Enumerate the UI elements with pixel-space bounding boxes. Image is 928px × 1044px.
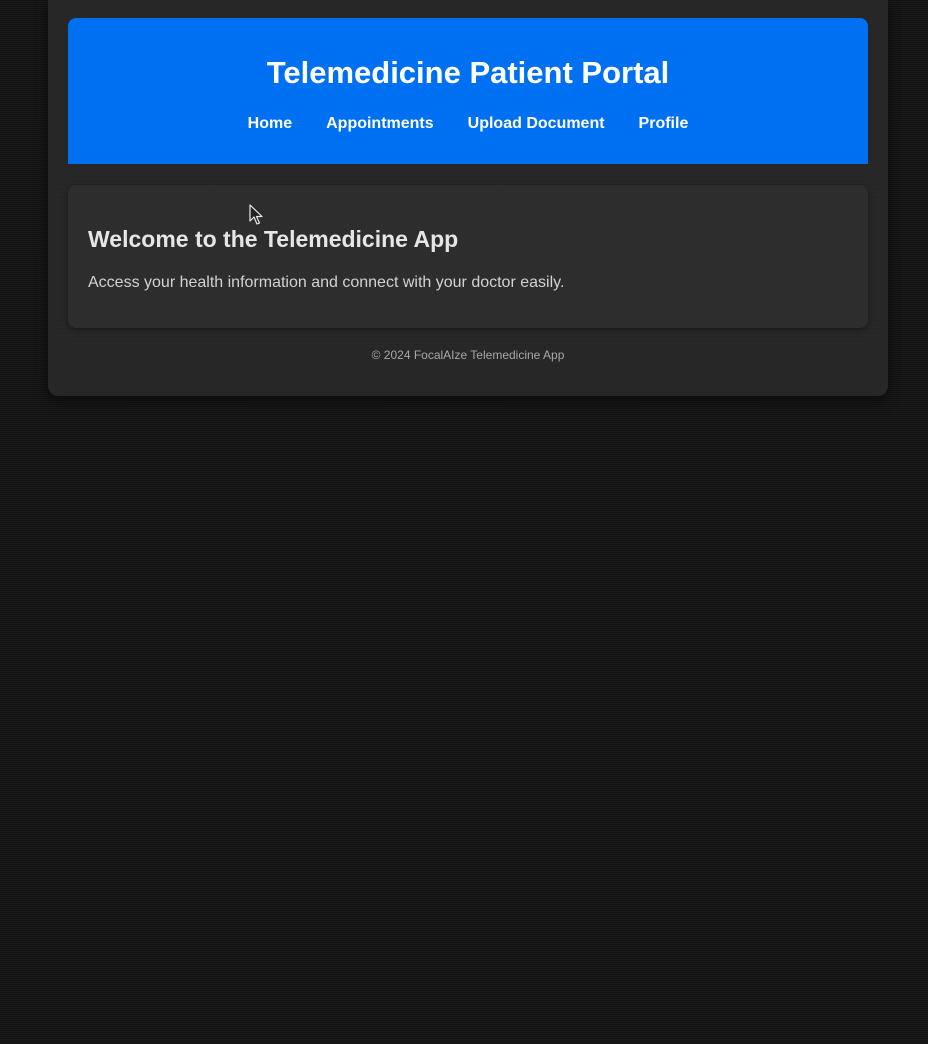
nav-profile-link[interactable]: Profile [639,114,689,134]
main-nav: Home Appointments Upload Document Profil… [68,114,868,134]
portal-header: Telemedicine Patient Portal Home Appoint… [68,18,868,164]
welcome-title: Welcome to the Telemedicine App [88,226,459,252]
app-container: Telemedicine Patient Portal Home Appoint… [48,0,888,396]
welcome-card: Welcome to the Telemedicine App Access y… [68,185,868,328]
mouse-pointer-icon [249,204,263,225]
app-title: Telemedicine Patient Portal [266,55,670,90]
nav-upload-document-link[interactable]: Upload Document [468,114,605,134]
nav-appointments-link[interactable]: Appointments [326,114,434,134]
page-footer: © 2024 FocalAIze Telemedicine App [371,348,565,362]
nav-home-link[interactable]: Home [248,114,292,134]
welcome-text: Access your health information and conne… [88,274,565,291]
